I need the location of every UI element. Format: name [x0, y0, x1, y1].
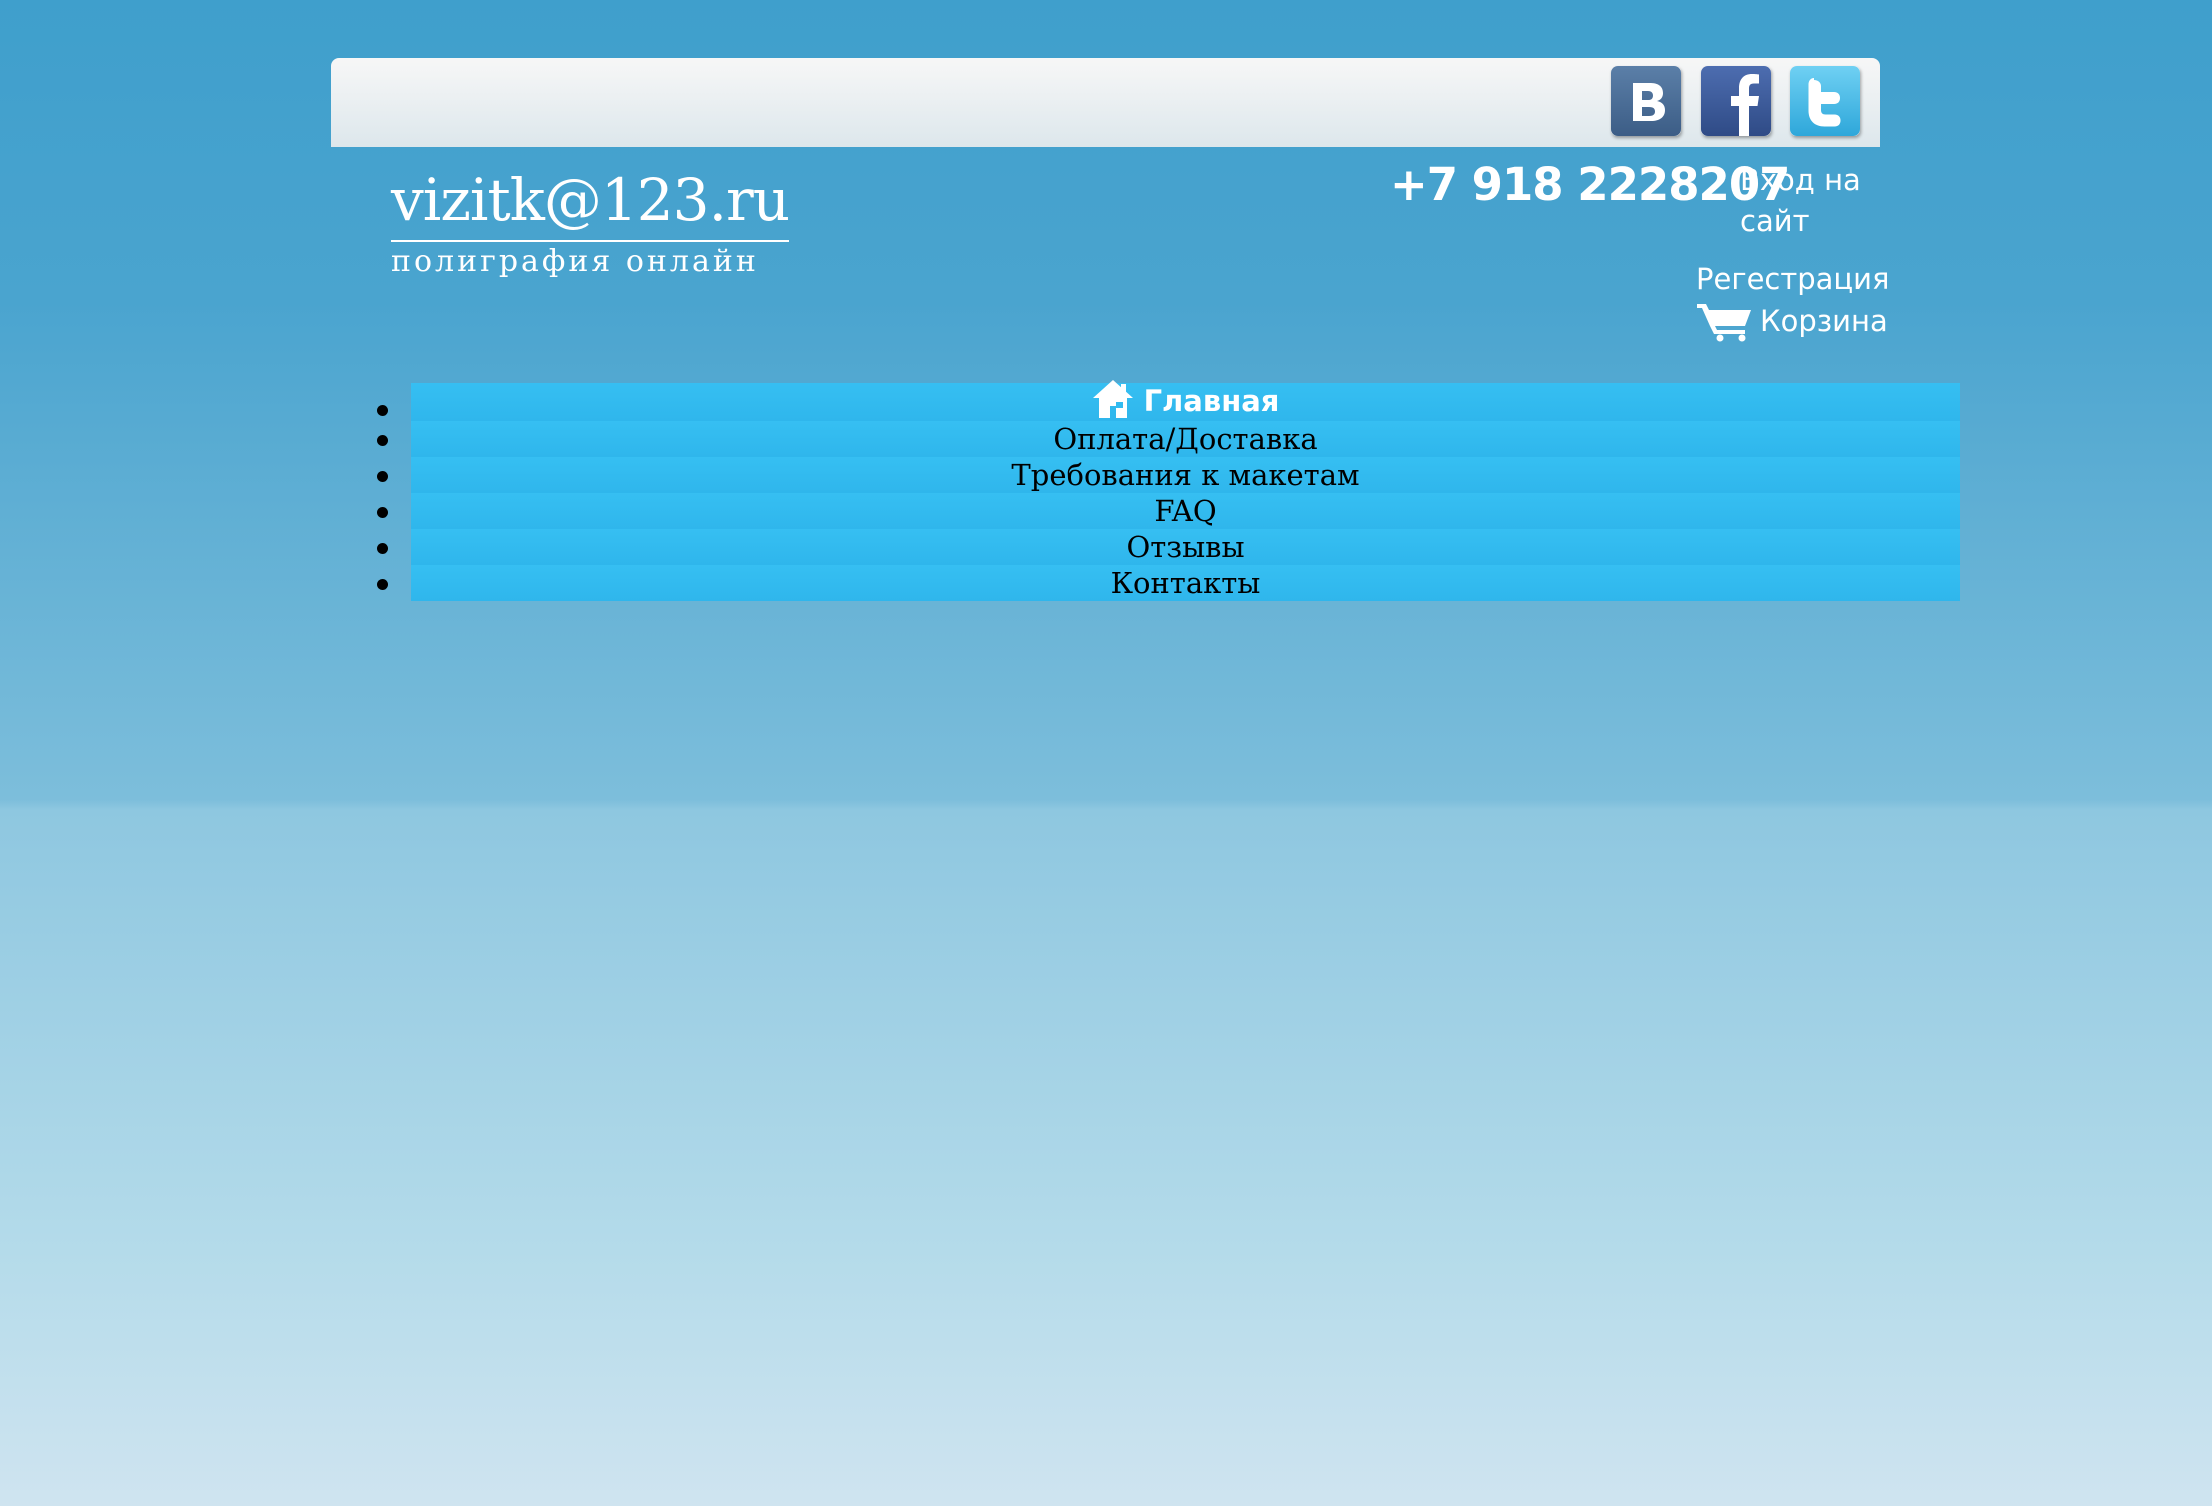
site-logo[interactable]: vizitk@123.ru полиграфия онлайн	[391, 164, 790, 279]
menu-item-label: Контакты	[1110, 566, 1261, 600]
twitter-icon	[1790, 66, 1860, 136]
menu-item-label: Оплата/Доставка	[1053, 422, 1318, 456]
social-bar	[331, 58, 1880, 147]
home-icon	[1092, 380, 1133, 418]
shopping-cart-icon	[1697, 304, 1751, 342]
phone-number: +7 918 2228207	[1390, 158, 1790, 211]
menu-item-label: FAQ	[1154, 494, 1217, 528]
login-link[interactable]: Вход на сайт	[1740, 160, 1870, 242]
register-link[interactable]: Регестрация	[1696, 262, 1889, 296]
facebook-link[interactable]	[1701, 66, 1771, 136]
menu-item-faq[interactable]: FAQ	[377, 493, 1960, 529]
cart-label: Корзина	[1760, 304, 1888, 338]
logo-title: vizitk@123.ru	[391, 164, 790, 242]
twitter-link[interactable]	[1790, 66, 1860, 136]
menu-item-payment-delivery[interactable]: Оплата/Доставка	[377, 421, 1960, 457]
menu-item-reviews[interactable]: Отзывы	[377, 529, 1960, 565]
main-menu: Главная Оплата/Доставка Требования к мак…	[357, 380, 1960, 601]
menu-item-contacts[interactable]: Контакты	[377, 565, 1960, 601]
menu-item-label: Отзывы	[1126, 530, 1245, 564]
vk-icon	[1611, 66, 1681, 136]
logo-subtitle: полиграфия онлайн	[391, 244, 759, 279]
facebook-icon	[1701, 66, 1771, 136]
vk-link[interactable]	[1611, 66, 1681, 136]
cart-link[interactable]: Корзина	[1696, 300, 1888, 342]
menu-item-label: Главная	[1143, 384, 1280, 418]
menu-item-label: Требования к макетам	[1011, 458, 1360, 492]
menu-item-layout-requirements[interactable]: Требования к макетам	[377, 457, 1960, 493]
menu-item-home[interactable]: Главная	[377, 380, 1960, 421]
